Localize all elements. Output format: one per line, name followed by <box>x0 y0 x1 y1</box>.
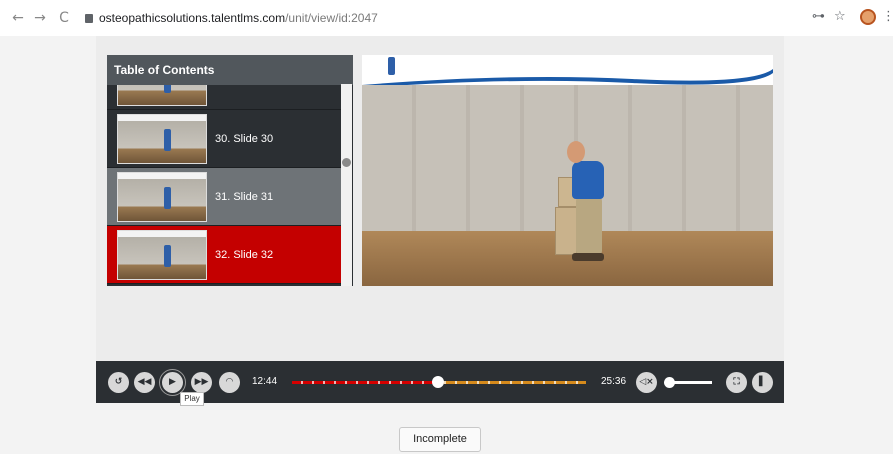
toc-item-slide-32[interactable]: 32. Slide 32 <box>107 226 343 284</box>
video-person <box>576 197 602 255</box>
replay-icon[interactable]: ↺ <box>108 372 129 393</box>
toc-item-slide-31[interactable]: 31. Slide 31 <box>107 168 343 226</box>
video-person <box>567 141 585 163</box>
total-time: 25:36 <box>601 376 627 387</box>
rewind-icon[interactable]: ◀◀ <box>134 372 155 393</box>
toc-item-slide-30[interactable]: 30. Slide 30 <box>107 110 343 168</box>
slide-viewer <box>362 55 773 286</box>
play-tooltip: Play <box>180 392 204 406</box>
slide-thumbnail <box>117 230 207 280</box>
mute-icon[interactable]: ◁× <box>636 372 657 393</box>
video-frame[interactable] <box>362 85 773 286</box>
reload-icon[interactable]: C <box>56 10 72 26</box>
url-domain: osteopathicsolutions.talentlms.com <box>99 11 286 25</box>
video-person <box>572 253 604 261</box>
forward-icon[interactable]: → <box>32 10 48 26</box>
star-icon[interactable]: ☆ <box>834 9 846 24</box>
toc-item-label: 29. Slide 29 <box>215 85 273 110</box>
fast-forward-icon[interactable]: ▶▶ <box>191 372 212 393</box>
play-icon[interactable]: ▶ <box>159 369 186 396</box>
toc-list: 29. Slide 29 30. Slide 30 31. Slide 31 3… <box>107 85 343 286</box>
url-path: /unit/view/id:2047 <box>285 11 378 25</box>
toc-title: Table of Contents <box>107 55 353 85</box>
fullscreen-icon[interactable]: ⛶ <box>726 372 747 393</box>
sidebar-toggle-icon[interactable]: ▌ <box>752 372 773 393</box>
back-icon[interactable]: ← <box>10 10 26 26</box>
progress-handle[interactable] <box>432 376 445 388</box>
current-time: 12:44 <box>252 376 278 387</box>
lock-icon <box>85 14 93 23</box>
slide-thumbnail <box>117 85 207 106</box>
slide-thumbnail <box>117 172 207 222</box>
browser-toolbar: ← → C osteopathicsolutions.talentlms.com… <box>0 0 893 36</box>
toc-item-slide-29[interactable]: 29. Slide 29 <box>107 85 343 110</box>
slide-header <box>362 55 773 91</box>
slide-thumbnail <box>117 114 207 164</box>
completion-status-button[interactable]: Incomplete <box>399 427 481 452</box>
video-person <box>572 161 604 199</box>
video-box <box>555 207 577 255</box>
toc-item-label: 32. Slide 32 <box>215 249 274 261</box>
address-bar[interactable]: osteopathicsolutions.talentlms.com/unit/… <box>85 7 805 29</box>
key-icon[interactable]: ⊶ <box>812 9 825 24</box>
toc-scrollbar[interactable] <box>341 84 352 286</box>
toc-item-label: 30. Slide 30 <box>215 133 274 145</box>
toc-scroll-handle[interactable] <box>342 158 351 167</box>
table-of-contents: Table of Contents 29. Slide 29 30. Slide… <box>107 55 353 286</box>
toc-item-label: 31. Slide 31 <box>215 191 274 203</box>
profile-avatar[interactable] <box>860 9 876 25</box>
volume-handle[interactable] <box>664 377 675 388</box>
speed-icon[interactable]: ◠ <box>219 372 240 393</box>
menu-icon[interactable]: ⋮ <box>882 9 893 24</box>
